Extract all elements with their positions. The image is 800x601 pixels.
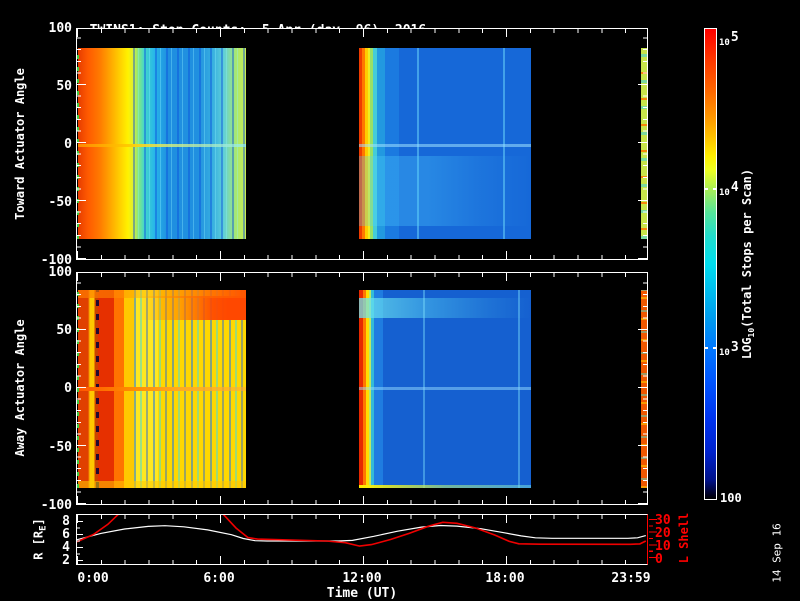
toward-axis-label: Toward Actuator Angle [13, 68, 27, 220]
away-ytick-100: 100 [48, 265, 72, 280]
away-block1-bottom-row [78, 481, 246, 488]
colorbar-tick-1e4: 104 [719, 180, 739, 199]
away-block1-angle0-line [78, 387, 246, 391]
cb-label-post: (Total Stops per Scan) [739, 168, 754, 328]
colorbar-tick-1e3: 103 [719, 340, 739, 359]
away-xticks-bottom [77, 496, 647, 504]
away-yticks-left [77, 273, 86, 504]
away-data-block-2 [359, 290, 531, 488]
xtick-0000: 0:00 [77, 571, 109, 586]
away-block2-bottom-line [359, 485, 531, 488]
toward-yticks-left [77, 29, 86, 259]
toward-data-block-2 [359, 48, 531, 239]
away-ytick-50: 50 [56, 323, 72, 338]
colorbar [704, 28, 717, 500]
orbit-line-panel [76, 514, 648, 565]
xtick-0600: 6:00 [203, 571, 235, 586]
toward-xticks-top [77, 29, 647, 37]
toward-ytick-100: 100 [48, 21, 72, 36]
toward-spectrogram-panel [76, 28, 648, 260]
r-tick-2: 2 [62, 553, 70, 568]
xtick-2359: 23:59 [611, 571, 651, 586]
colorbar-dash-1e4-left [704, 188, 708, 190]
toward-ytick-m50: -50 [48, 195, 72, 210]
cb-exp-3: 3 [730, 340, 739, 355]
cb-label-sub: 10 [747, 327, 757, 338]
away-axis-label: Away Actuator Angle [13, 319, 27, 457]
lshell-tick-0: 0 [655, 552, 663, 567]
time-axis-label: Time (UT) [326, 586, 398, 601]
r-label-pre: R [R [31, 530, 46, 560]
colorbar-tick-1e5: 105 [719, 30, 739, 49]
toward-block2-angle0-line [359, 144, 531, 147]
toward-block1-angle0-line [78, 144, 246, 147]
bottom-xticks-bottom [77, 556, 647, 564]
toward-xticks-bottom [77, 251, 647, 259]
cb-label-pre: LOG [739, 337, 754, 360]
colorbar-dash-1e3-right [713, 347, 717, 349]
cb-base-5: 10 [719, 38, 730, 48]
colorbar-dash-1e3-left [704, 347, 708, 349]
away-ytick-m50: -50 [48, 440, 72, 455]
away-block2-angle0-line [359, 387, 531, 390]
toward-block2-lowband [359, 156, 531, 226]
xtick-1200: 12:00 [342, 571, 382, 586]
away-ytick-0: 0 [64, 381, 72, 396]
away-block1-orange-band [78, 296, 246, 320]
toward-ytick-0: 0 [64, 137, 72, 152]
r-curve [77, 524, 646, 542]
cb-base-4: 10 [719, 188, 730, 198]
away-yticks-right [638, 273, 647, 504]
toward-yticks-right [638, 29, 647, 259]
colorbar-tick-100: 100 [720, 491, 742, 505]
toward-ytick-50: 50 [56, 79, 72, 94]
r-label-sub: E [38, 525, 49, 531]
cb-base-3: 10 [719, 348, 730, 358]
away-ytick-m100: -100 [40, 498, 72, 513]
colorbar-label: LOG10(Total Stops per Scan) [740, 169, 756, 359]
away-block1-top-row [78, 290, 246, 298]
xtick-1800: 18:00 [485, 571, 525, 586]
lshell-axis-label: L Shell [677, 512, 691, 564]
r-label-post: ] [31, 518, 46, 526]
r-axis-ticks [77, 521, 84, 562]
cb-exp-4: 4 [730, 180, 739, 195]
toward-data-block-1 [78, 48, 246, 239]
cb-exp-5: 5 [730, 30, 739, 45]
away-data-block-1 [78, 290, 246, 488]
away-xticks-top [77, 273, 647, 281]
plot-page: { "title": { "main": "TWINS1: Stop Count… [0, 0, 800, 601]
r-axis-label: R [RE] [31, 518, 48, 560]
away-spectrogram-panel [76, 272, 648, 505]
bottom-xticks-top [77, 515, 647, 523]
colorbar-dash-1e4-right [713, 188, 717, 190]
creation-timestamp: 14 Sep 16 [770, 523, 784, 583]
